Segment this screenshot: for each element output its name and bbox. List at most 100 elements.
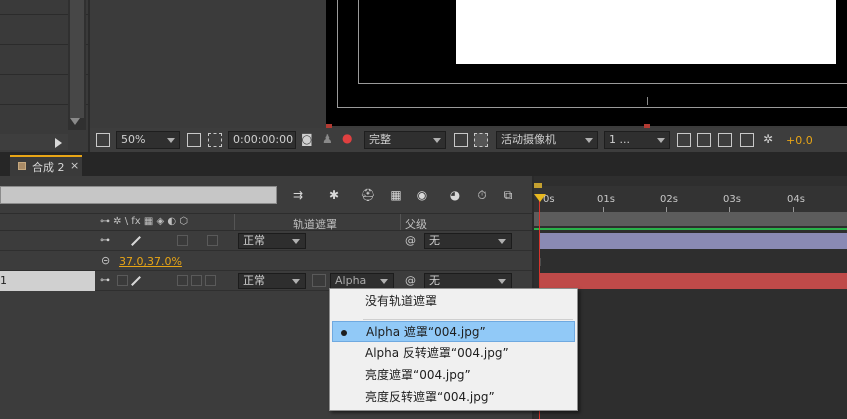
ruler-label: 02s <box>660 194 678 205</box>
quality-switch-icon[interactable] <box>131 276 141 286</box>
region-icon[interactable] <box>96 133 110 147</box>
layer-duration-bar[interactable] <box>540 233 847 249</box>
scale-value[interactable]: 37.0,37.0% <box>119 255 182 268</box>
resolution-dropdown[interactable]: 完整 <box>364 131 446 149</box>
current-time-marker-top[interactable] <box>534 183 542 188</box>
shy-switch-icon[interactable]: ⊶ <box>100 275 110 286</box>
parent-dropdown[interactable]: 无 <box>424 273 512 289</box>
menu-item-luma-matte[interactable]: 亮度遮罩“004.jpg” <box>332 365 575 386</box>
parent-value: 无 <box>429 234 440 247</box>
timecode-value: 0:00:00:00 <box>233 133 294 146</box>
menu-item-label: 亮度反转遮罩“004.jpg” <box>365 390 495 404</box>
timecode-field[interactable]: 0:00:00:00 <box>228 131 296 149</box>
menu-separator <box>363 319 573 320</box>
frame-blend-switch[interactable] <box>191 275 202 286</box>
composition-icon <box>18 162 26 170</box>
column-divider <box>234 214 235 230</box>
fast-preview-icon[interactable] <box>697 133 711 147</box>
parent-column-label: 父级 <box>405 218 427 231</box>
selected-bullet-icon <box>341 330 347 336</box>
zoom-value: 50% <box>121 133 146 146</box>
pick-whip-icon[interactable]: @ <box>405 234 416 247</box>
composition-viewer[interactable] <box>90 0 847 128</box>
toggle-view-icon[interactable] <box>187 133 201 147</box>
scroll-right-icon[interactable] <box>55 138 62 148</box>
comp-mini-flowchart-icon[interactable]: ⇉ <box>290 187 306 203</box>
effect-switch[interactable] <box>177 235 188 246</box>
menu-item-alpha-inverted-matte[interactable]: Alpha 反转遮罩“004.jpg” <box>332 343 575 364</box>
checkerboard-icon[interactable] <box>474 133 488 147</box>
project-scrollbar[interactable] <box>68 0 86 130</box>
auto-keyframe-icon[interactable]: ⏱ <box>474 187 490 203</box>
blend-mode-dropdown[interactable]: 正常 <box>238 233 306 249</box>
layer-name-selected[interactable]: 1 <box>0 271 95 291</box>
collapse-switch[interactable] <box>117 275 128 286</box>
motion-blur-icon[interactable]: ◉ <box>414 187 430 203</box>
tab-composition-2[interactable]: 合成 2 × <box>10 155 82 176</box>
flowchart-icon[interactable] <box>740 133 754 147</box>
transparency-grid-icon[interactable] <box>208 133 222 147</box>
blend-mode-value: 正常 <box>243 274 265 287</box>
effect-switch[interactable] <box>177 275 188 286</box>
layer-duration-bar-selected[interactable] <box>540 273 847 289</box>
draft-3d-icon[interactable]: ✱ <box>326 187 342 203</box>
ruler-label: 04s <box>787 194 805 205</box>
frame-blending-icon[interactable]: ▦ <box>388 187 404 203</box>
constrain-proportions-icon[interactable]: ⊝ <box>101 254 110 267</box>
zoom-dropdown[interactable]: 50% <box>116 131 180 149</box>
brainstorm-icon[interactable]: ◕ <box>447 187 463 203</box>
shy-switch-icon[interactable]: ⊶ <box>100 235 110 246</box>
center-marker <box>647 97 648 105</box>
camera-icon[interactable]: ◙ <box>301 132 315 146</box>
menu-item-luma-inverted-matte[interactable]: 亮度反转遮罩“004.jpg” <box>332 387 575 408</box>
exposure-value[interactable]: +0.0 <box>786 134 813 147</box>
track-matte-dropdown[interactable]: Alpha <box>330 273 394 289</box>
tab-label: 合成 2 <box>32 161 65 174</box>
hide-shy-layers-icon[interactable]: ⛑ <box>360 187 376 203</box>
work-area-bar[interactable] <box>534 212 847 226</box>
track-matte-menu: 没有轨道遮罩 Alpha 遮罩“004.jpg” Alpha 反转遮罩“004.… <box>329 288 578 411</box>
layer-row[interactable]: ⊶ 正常 @ 无 <box>0 231 532 251</box>
menu-item-no-track-matte[interactable]: 没有轨道遮罩 <box>332 291 575 312</box>
layer-search-input[interactable] <box>0 186 277 204</box>
scale-property-row[interactable]: ⊝ 37.0,37.0% <box>0 251 532 271</box>
menu-item-label: Alpha 反转遮罩“004.jpg” <box>365 346 509 360</box>
preserve-transparency-checkbox[interactable] <box>312 274 326 287</box>
scroll-down-icon[interactable] <box>70 118 80 125</box>
views-dropdown[interactable]: 1 ... <box>604 131 670 149</box>
graph-editor-icon[interactable]: ⧉ <box>500 187 516 203</box>
track-matte-column-label: 轨道遮罩 <box>293 218 337 231</box>
render-progress-bar <box>534 228 847 230</box>
3d-switch[interactable] <box>207 235 218 246</box>
channel-icon[interactable]: ● <box>342 131 356 145</box>
parent-value: 无 <box>429 274 440 287</box>
parent-dropdown[interactable]: 无 <box>424 233 512 249</box>
ruler-label: 01s <box>597 194 615 205</box>
column-divider <box>400 214 401 230</box>
menu-item-alpha-matte[interactable]: Alpha 遮罩“004.jpg” <box>332 321 575 342</box>
menu-item-label: Alpha 遮罩“004.jpg” <box>366 325 486 339</box>
current-time-indicator-icon[interactable] <box>534 194 546 202</box>
close-icon[interactable]: × <box>70 159 79 172</box>
layer-name: 1 <box>0 274 7 287</box>
scrollbar-thumb[interactable] <box>70 0 84 118</box>
3d-switch[interactable] <box>205 275 216 286</box>
timeline-icon[interactable] <box>718 133 732 147</box>
viewer-toolbar: 50% 0:00:00:00 ◙ ♟ ● 完整 活动摄像机 1 ... ✲ +0… <box>90 128 847 152</box>
show-snapshot-icon[interactable]: ♟ <box>322 132 336 146</box>
switches-column-label: ⊶ ✲ \ fx ▦ ◈ ◐ ⬡ <box>100 216 189 227</box>
toggle-pixel-aspect-icon[interactable] <box>677 133 691 147</box>
resolution-value: 完整 <box>369 133 391 146</box>
camera-dropdown[interactable]: 活动摄像机 <box>496 131 598 149</box>
white-image-layer[interactable] <box>456 0 836 64</box>
timeline-column-header: ⊶ ✲ \ fx ▦ ◈ ◐ ⬡ 轨道遮罩 父级 <box>0 213 532 231</box>
exposure-icon[interactable]: ✲ <box>763 132 777 146</box>
quality-switch-icon[interactable] <box>131 236 141 246</box>
region-of-interest-icon[interactable] <box>454 133 468 147</box>
pick-whip-icon[interactable]: @ <box>405 274 416 287</box>
camera-value: 活动摄像机 <box>501 133 556 146</box>
track-matte-value: Alpha <box>335 274 367 287</box>
menu-item-label: 没有轨道遮罩 <box>365 294 438 308</box>
blend-mode-dropdown[interactable]: 正常 <box>238 273 306 289</box>
menu-item-label: 亮度遮罩“004.jpg” <box>365 368 471 382</box>
